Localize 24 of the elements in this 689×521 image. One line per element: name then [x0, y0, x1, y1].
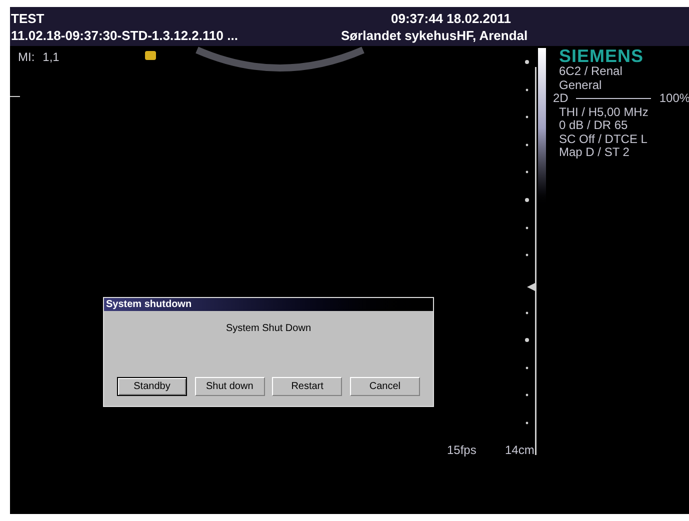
parameter-text: Map D / ST 2 — [559, 146, 630, 160]
probe-indicator-icon — [145, 51, 156, 60]
date-time: 09:37:44 18.02.2011 — [391, 10, 511, 26]
patient-name: TEST — [11, 10, 46, 26]
parameter-text: 0 dB / DR 65 — [559, 119, 629, 132]
mi-value: 1,1 — [42, 49, 60, 66]
dialog-title: System shutdown — [104, 298, 433, 311]
parameter-text: THI / H5,00 MHz — [559, 106, 650, 119]
brand-logo: SIEMENS — [559, 47, 645, 65]
dialog-button[interactable]: Restart — [272, 377, 342, 396]
focus-marker-icon — [10, 96, 20, 97]
dialog-button[interactable]: Cancel — [350, 377, 420, 396]
dialog-button[interactable]: Standby — [117, 377, 187, 396]
parameter-text: SC Off / DTCE L — [559, 132, 648, 146]
frame-rate: 15fps — [447, 442, 476, 459]
parameter-text: 6C2 / Renal — [559, 65, 624, 78]
mode-label: 2D — [553, 92, 568, 106]
institution-name: Sørlandet sykehusHF, Arendal — [341, 26, 528, 44]
mi-label: MI: — [18, 49, 35, 66]
depth-value: 14cm — [505, 442, 534, 459]
dialog-message: System Shut Down — [226, 322, 312, 336]
dialog-button[interactable]: Shut down — [194, 377, 265, 396]
study-id: 11.02.18-09:37:30-STD-1.3.12.2.110 ... — [11, 26, 239, 44]
parameter-text: General — [559, 78, 603, 92]
